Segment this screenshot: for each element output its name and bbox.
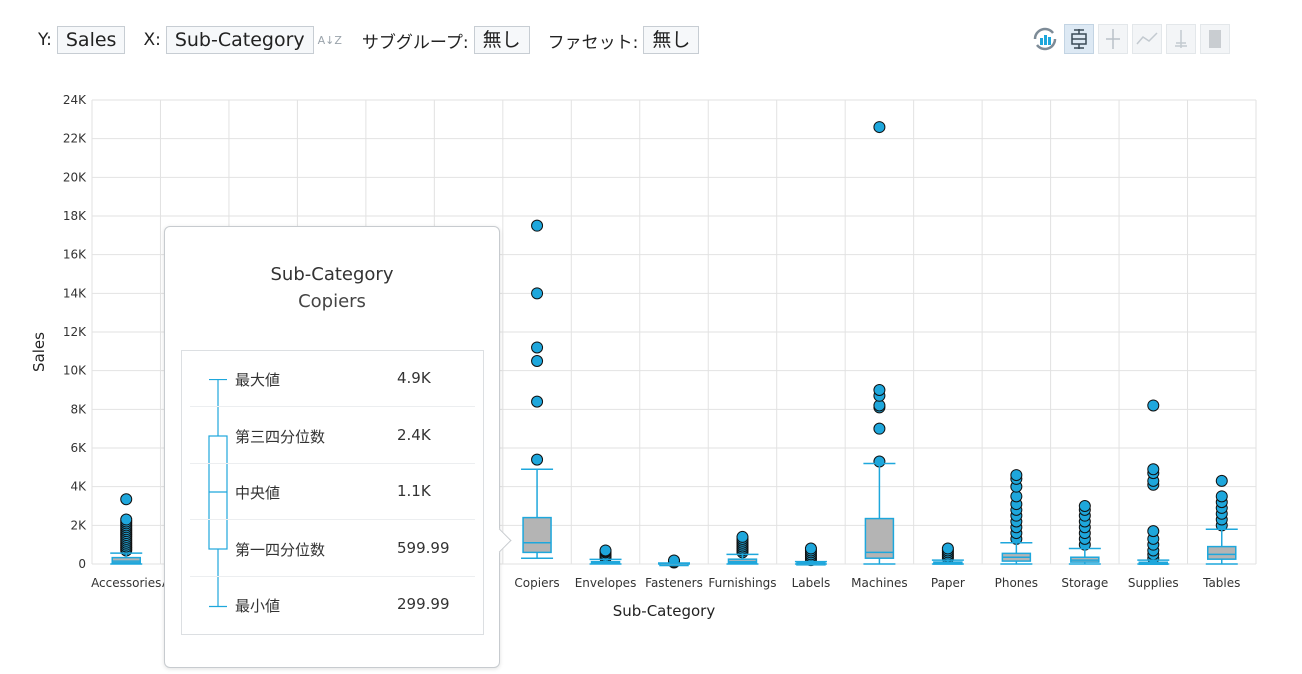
outlier-point — [1147, 463, 1160, 476]
box-envelopes — [589, 544, 622, 565]
y-tick-label: 0 — [78, 557, 86, 571]
x-tick-label: Accessories — [91, 576, 161, 590]
box-labels — [794, 542, 827, 567]
tooltip-row-min: 最小値 299.99 — [190, 577, 475, 633]
tooltip-row-median: 中央値 1.1K — [190, 464, 475, 520]
tooltip-row-value: 599.99 — [397, 539, 450, 557]
y-tick-labels: 0 2K 4K 6K 8K 10K 12K 14K 16K 18K 20K 22K 24K — [63, 93, 87, 571]
x-tick-label: Furnishings — [708, 576, 776, 590]
x-tick-label: Labels — [792, 576, 831, 590]
outlier-point — [120, 493, 133, 506]
box-paper — [931, 542, 964, 565]
outlier-point — [531, 453, 544, 466]
tooltip-row-value: 2.4K — [397, 426, 431, 444]
x-axis-title: Sub-Category — [613, 602, 716, 620]
outlier-point — [120, 513, 133, 526]
iqr-box — [1207, 545, 1237, 560]
tooltip-row-label: 第三四分位数 — [235, 428, 326, 446]
tooltip-category: Copiers — [298, 291, 366, 312]
x-tick-label: Paper — [931, 576, 965, 590]
x-tick-label: Phones — [995, 576, 1038, 590]
tooltip-stats-panel: 最大値 4.9K 第三四分位数 2.4K 中央値 1.1K 第一四分位数 599… — [181, 350, 484, 635]
box-furnishings — [726, 530, 759, 565]
outlier-point — [804, 542, 817, 555]
outlier-point — [1215, 490, 1228, 503]
tooltip-row-value: 299.99 — [397, 595, 450, 613]
box-accessories — [110, 493, 143, 565]
tooltip-row-q3: 第三四分位数 2.4K — [190, 408, 475, 464]
x-tick-label: Envelopes — [575, 576, 637, 590]
tooltip-row-value: 4.9K — [397, 369, 431, 387]
box-supplies — [1137, 399, 1170, 566]
outlier-point — [531, 395, 544, 408]
x-tick-label: Supplies — [1128, 576, 1179, 590]
tooltip-row-label: 最大値 — [235, 371, 281, 389]
box-tables — [1205, 474, 1238, 565]
outlier-point — [1147, 399, 1160, 412]
x-tick-label: Fasteners — [645, 576, 703, 590]
outlier-point — [1147, 525, 1160, 538]
y-tick-label: 20K — [63, 170, 87, 184]
tooltip-row-q1: 第一四分位数 599.99 — [190, 521, 475, 577]
tooltip-title: Sub-Category — [270, 264, 394, 285]
outlier-point — [531, 355, 544, 367]
y-tick-label: 14K — [63, 286, 87, 300]
box-copiers — [521, 219, 554, 559]
outlier-point — [736, 530, 749, 543]
y-tick-label: 16K — [63, 248, 87, 262]
y-tick-label: 22K — [63, 132, 87, 146]
iqr-box — [522, 516, 552, 554]
outlier-point — [1010, 469, 1023, 482]
y-tick-label: 2K — [70, 518, 87, 532]
x-tick-label: Tables — [1202, 576, 1240, 590]
x-tick-label: Machines — [851, 576, 907, 590]
boxplot-tooltip: Sub-Category Copiers 最大値 4.9K 第三四分位数 2.4… — [164, 226, 512, 668]
outlier-point — [1078, 500, 1091, 512]
outlier-point — [941, 542, 954, 555]
outlier-point — [873, 384, 886, 396]
tooltip-row-value: 1.1K — [397, 482, 431, 500]
box-fasteners — [658, 554, 690, 569]
outlier-point — [873, 121, 886, 134]
iqr-box — [111, 556, 141, 564]
y-tick-label: 18K — [63, 209, 87, 223]
box-storage — [1068, 500, 1101, 565]
tooltip-row-label: 最小値 — [235, 597, 281, 615]
y-axis-title: Sales — [30, 332, 48, 372]
y-tick-label: 4K — [70, 480, 87, 494]
outlier-point — [531, 341, 544, 354]
outlier-point — [1215, 474, 1228, 487]
y-tick-label: 12K — [63, 325, 87, 339]
x-tick-label: Copiers — [514, 576, 559, 590]
tooltip-row-max: 最大値 4.9K — [190, 351, 475, 407]
outlier-point — [531, 219, 544, 232]
y-tick-label: 8K — [70, 402, 87, 416]
y-tick-label: 10K — [63, 364, 87, 378]
outlier-point — [873, 422, 886, 435]
y-tick-label: 24K — [63, 93, 87, 107]
y-tick-label: 6K — [70, 441, 87, 455]
tooltip-row-label: 中央値 — [235, 484, 281, 502]
box-phones — [1000, 469, 1033, 565]
tooltip-row-label: 第一四分位数 — [235, 541, 326, 559]
outlier-point — [531, 287, 544, 300]
box-machines — [863, 121, 896, 565]
outlier-point — [599, 544, 612, 557]
x-tick-label: Storage — [1061, 576, 1108, 590]
